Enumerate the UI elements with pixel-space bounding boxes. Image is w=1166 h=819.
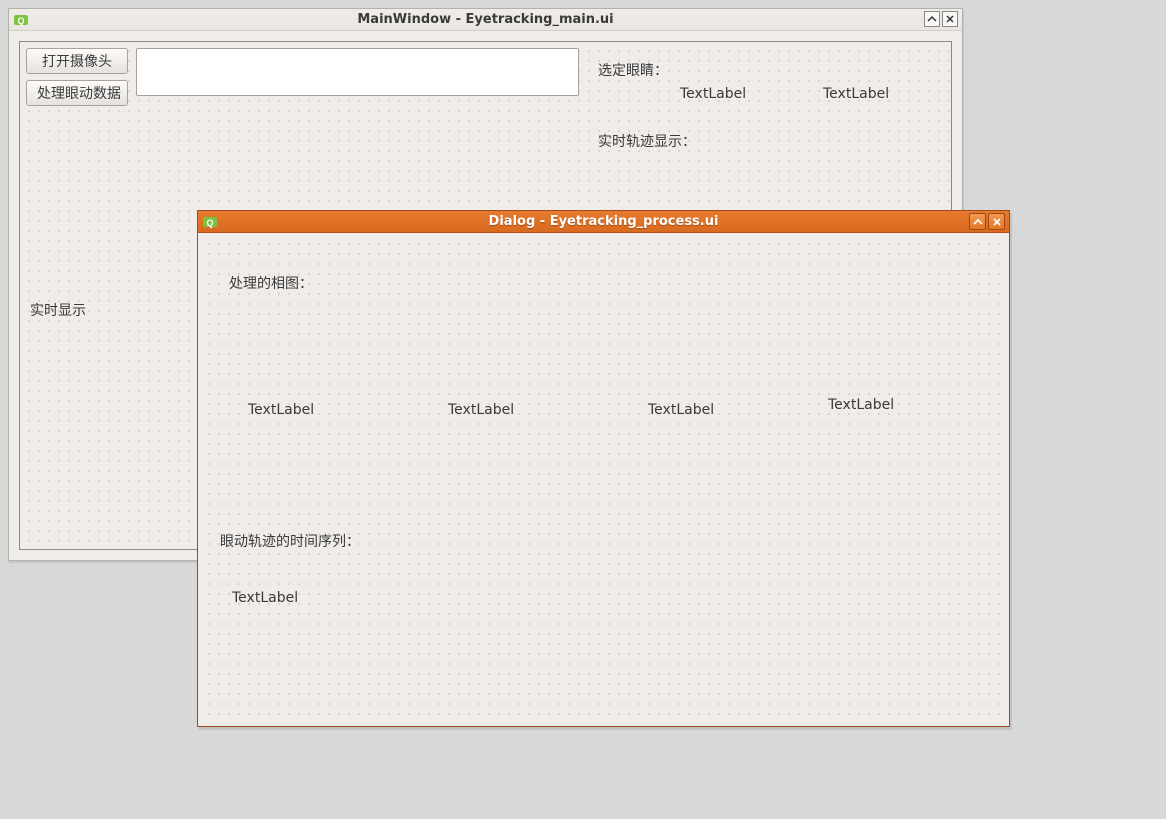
qt-logo-icon: Q [202, 214, 218, 230]
realtime-trajectory-label: 实时轨迹显示： [598, 131, 696, 151]
dialog-close-button[interactable] [988, 213, 1005, 230]
select-eyes-label: 选定眼睛： [598, 60, 668, 80]
main-window-titlebar[interactable]: Q MainWindow - Eyetracking_main.ui [9, 9, 962, 31]
realtime-display-label: 实时显示 [30, 300, 86, 320]
main-window-title: MainWindow - Eyetracking_main.ui [9, 12, 962, 27]
dialog-titlebar[interactable]: Q Dialog - Eyetracking_process.ui [198, 211, 1009, 233]
dialog-title: Dialog - Eyetracking_process.ui [198, 214, 1009, 229]
time-series-label: 眼动轨迹的时间序列： [220, 531, 360, 551]
series-textlabel-1: TextLabel [232, 590, 298, 606]
svg-text:Q: Q [17, 16, 24, 26]
eye-textlabel-1: TextLabel [680, 86, 746, 102]
dialog-rollup-button[interactable] [969, 213, 986, 230]
desktop: Q MainWindow - Eyetracking_main.ui 打开摄像头… [0, 0, 1166, 819]
main-window-rollup-button[interactable] [924, 11, 940, 27]
eye-textlabel-2: TextLabel [823, 86, 889, 102]
figure-textlabel-3: TextLabel [648, 402, 714, 418]
open-camera-button[interactable]: 打开摄像头 [26, 48, 128, 74]
dialog-window: Q Dialog - Eyetracking_process.ui 处理的相图：… [197, 210, 1010, 727]
processed-figure-label: 处理的相图： [229, 273, 313, 293]
main-window-close-button[interactable] [942, 11, 958, 27]
dialog-canvas[interactable]: 处理的相图： TextLabel TextLabel TextLabel Tex… [202, 237, 1005, 722]
svg-text:Q: Q [206, 218, 213, 228]
qt-logo-icon: Q [13, 12, 29, 28]
main-text-input[interactable] [136, 48, 579, 96]
figure-textlabel-2: TextLabel [448, 402, 514, 418]
figure-textlabel-1: TextLabel [248, 402, 314, 418]
process-eyetracking-data-button[interactable]: 处理眼动数据 [26, 80, 128, 106]
figure-textlabel-4: TextLabel [828, 397, 894, 413]
